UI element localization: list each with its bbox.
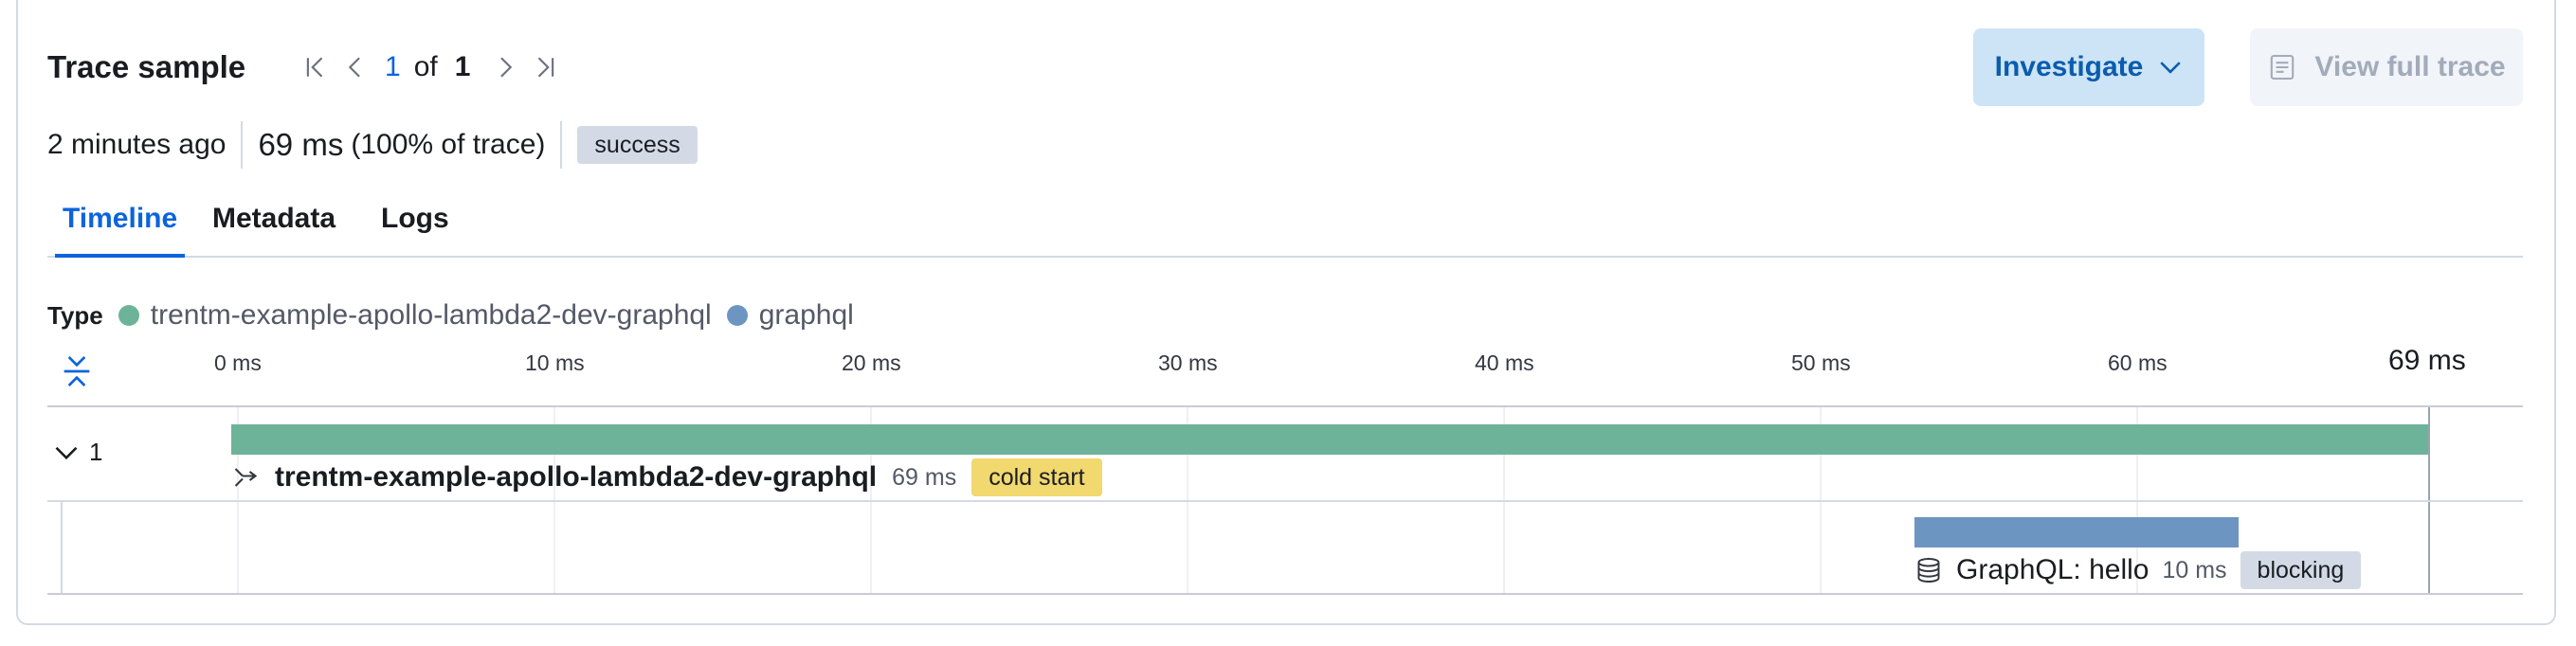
axis-tick-label: 0 ms	[214, 350, 262, 375]
last-page-icon[interactable]	[525, 47, 565, 87]
investigate-label: Investigate	[1994, 51, 2144, 82]
axis-tick-label: 60 ms	[2108, 350, 2168, 375]
status-badge: success	[577, 126, 698, 164]
tab-timeline[interactable]: Timeline	[55, 203, 186, 258]
summary-divider	[560, 121, 563, 169]
type-legend: Type trentm-example-apollo-lambda2-dev-g…	[47, 299, 869, 332]
legend-dot	[118, 305, 139, 326]
legend-label: Type	[47, 300, 103, 330]
span-duration: 10 ms	[2162, 556, 2227, 583]
span-bar-graphql[interactable]	[1914, 517, 2239, 547]
collapse-all-icon[interactable]	[61, 352, 93, 390]
span-name: trentm-example-apollo-lambda2-dev-graphq…	[275, 461, 878, 493]
axis-tick-label: 10 ms	[525, 350, 585, 375]
axis-tick-label: 40 ms	[1475, 350, 1534, 375]
legend-item-label: trentm-example-apollo-lambda2-dev-graphq…	[150, 299, 712, 331]
total-pages: 1	[454, 51, 471, 82]
axis-tick-label: 20 ms	[842, 350, 901, 375]
axis-tick-label: 50 ms	[1791, 350, 1851, 375]
span-name: GraphQL: hello	[1956, 554, 2150, 585]
axis-tick-label: 30 ms	[1158, 350, 1218, 375]
trace-pager: 1 of 1	[296, 47, 565, 87]
timestamp-relative: 2 minutes ago	[47, 129, 227, 160]
document-icon	[2271, 54, 2295, 81]
tab-bar: Timeline Metadata Logs	[47, 193, 2523, 258]
trace-summary: 2 minutes ago 69 ms (100% of trace) succ…	[47, 121, 698, 169]
legend-item-label: graphql	[758, 299, 854, 331]
chevron-down-icon	[2160, 62, 2182, 74]
summary-divider	[241, 121, 244, 169]
group-count: 1	[89, 438, 103, 466]
axis-total-label: 69 ms	[2388, 345, 2466, 376]
row-divider	[47, 500, 2523, 502]
waterfall: 1 trentm-example-apollo-lambda2-dev-grap…	[47, 405, 2523, 595]
span-duration: 69 ms	[892, 463, 957, 491]
trace-duration: 69 ms	[258, 127, 344, 162]
panel-title: Trace sample	[47, 49, 246, 84]
current-page: 1	[385, 51, 401, 82]
tree-rail	[61, 500, 63, 593]
group-toggle[interactable]: 1	[53, 438, 102, 467]
legend-item-graphql: graphql	[726, 299, 854, 332]
span-row-graphql[interactable]: GraphQL: hello 10 ms blocking	[1914, 551, 2362, 589]
next-page-icon[interactable]	[485, 47, 525, 87]
legend-dot	[726, 305, 748, 326]
blocking-badge: blocking	[2240, 551, 2362, 589]
span-bar-transaction[interactable]	[231, 424, 2428, 455]
first-page-icon[interactable]	[296, 47, 336, 87]
legend-item-service: trentm-example-apollo-lambda2-dev-graphq…	[118, 299, 712, 332]
transaction-icon	[234, 468, 258, 487]
database-icon	[1917, 558, 1940, 583]
view-full-trace-button[interactable]: View full trace	[2250, 28, 2523, 106]
investigate-button[interactable]: Investigate	[1973, 28, 2204, 106]
chevron-down-icon	[55, 446, 78, 459]
page-of-label: of	[413, 51, 438, 82]
tab-logs[interactable]: Logs	[381, 203, 449, 258]
cold-start-badge: cold start	[971, 458, 1102, 496]
tab-metadata[interactable]: Metadata	[212, 203, 336, 258]
previous-page-icon[interactable]	[336, 47, 375, 87]
trace-percentage: (100% of trace)	[351, 129, 546, 160]
view-full-trace-label: View full trace	[2314, 51, 2506, 82]
span-row-transaction[interactable]: trentm-example-apollo-lambda2-dev-graphq…	[231, 458, 1102, 496]
